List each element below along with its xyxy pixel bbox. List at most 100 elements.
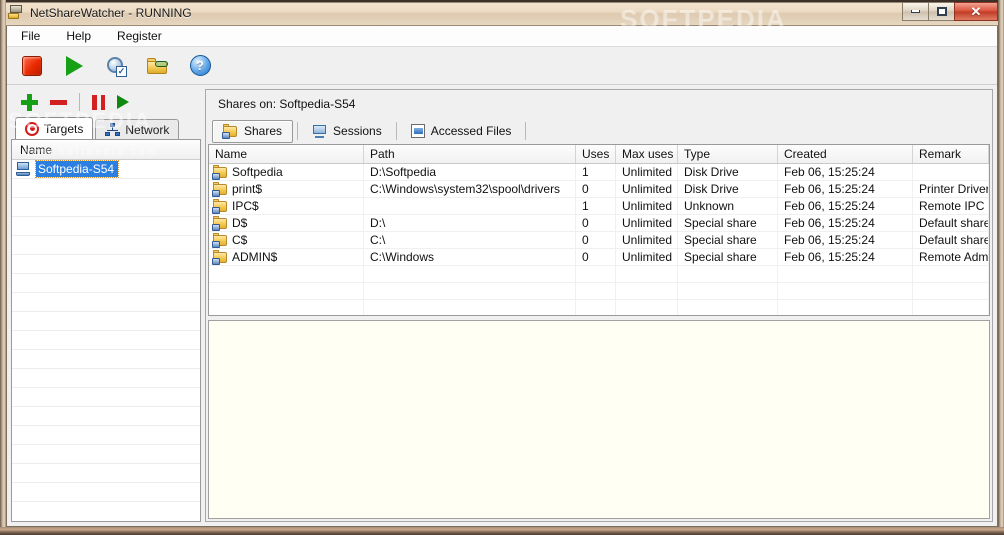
toolbar-separator [79,93,80,111]
cell-uses: 0 [576,215,616,231]
maximize-button[interactable] [928,2,954,21]
tab-sessions[interactable]: Sessions [302,120,392,143]
folder-monitor-button[interactable] [145,53,171,79]
cell-empty [913,266,989,282]
column-header-name[interactable]: Name [209,145,364,163]
window-frame-left [0,0,6,535]
list-item-empty [12,331,200,350]
maximize-icon [936,7,947,16]
add-target-button[interactable] [21,93,38,111]
pause-target-button[interactable] [92,94,105,110]
table-row[interactable]: Softpedia D:\Softpedia 1 Unlimited Disk Driv… [209,164,989,181]
monitor-icon [312,124,327,138]
column-header-uses[interactable]: Uses [576,145,616,163]
cell-remark: Default share [913,215,989,231]
cell-uses: 0 [576,232,616,248]
target-toolbar [11,89,201,115]
list-item-empty [12,464,200,483]
tab-accessed-files[interactable]: Accessed Files [401,120,522,143]
cell-uses: 1 [576,198,616,214]
menu-item-help[interactable]: Help [62,27,95,45]
cell-max-uses: Unlimited [616,232,678,248]
shares-grid[interactable]: Name Path Uses Max uses Type Created Rem… [208,144,990,316]
start-button[interactable] [61,53,87,79]
cell-empty [364,300,576,315]
close-button[interactable]: ✕ [954,2,998,21]
list-item-empty [12,445,200,464]
targets-panel: Targets Network Name Softpedia-S54 [11,89,201,522]
cell-path: D:\ [364,215,576,231]
cell-max-uses: Unlimited [616,164,678,180]
cell-path [364,198,576,214]
application-window: NetShareWatcher - RUNNING ✕ File Help Re… [0,0,1004,535]
column-header-created[interactable]: Created [778,145,913,163]
tab-shares[interactable]: Shares [212,119,294,143]
table-row[interactable]: IPC$ 1 Unlimited Unknown Feb 06, 15:25:24 Rem… [209,198,989,215]
stop-button[interactable] [19,53,45,79]
share-name: IPC$ [232,199,259,213]
start-target-button[interactable] [117,95,129,109]
window-title: NetShareWatcher - RUNNING [30,5,192,20]
remove-target-button[interactable] [50,99,67,105]
tab-targets[interactable]: Targets [15,117,94,139]
menu-bar: File Help Register [7,26,997,47]
minimize-button[interactable] [902,2,928,21]
table-row[interactable]: C$ C:\ 0 Unlimited Special share Feb 06, 15:2… [209,232,989,249]
help-icon: ? [189,55,211,76]
list-item[interactable]: Softpedia-S54 [12,160,200,179]
document-icon [410,124,425,138]
table-row-empty [209,300,989,315]
cell-remark [913,164,989,180]
column-header-max-uses[interactable]: Max uses [616,145,678,163]
targets-rows: Softpedia-S54 [12,160,200,521]
folder-glasses-icon [147,57,169,75]
shares-heading: Shares on: Softpedia-S54 [218,97,356,111]
list-item-empty [12,179,200,198]
targets-column-header[interactable]: Name [12,140,200,160]
targets-list[interactable]: Name Softpedia-S54 [11,139,201,522]
menu-item-register[interactable]: Register [113,27,166,45]
tab-accessed-files-label: Accessed Files [430,124,512,138]
log-panel[interactable] [208,320,990,519]
tab-network[interactable]: Network [95,119,180,139]
cell-remark: Remote IPC [913,198,989,214]
cell-uses: 0 [576,249,616,265]
table-row[interactable]: D$ D:\ 0 Unlimited Special share Feb 06, 15:2… [209,215,989,232]
list-item-empty [12,407,200,426]
list-item-empty [12,236,200,255]
list-item-empty [12,483,200,502]
grid-header-row: Name Path Uses Max uses Type Created Rem… [209,145,989,164]
cell-path: C:\Windows\system32\spool\drivers [364,181,576,197]
table-row[interactable]: ADMIN$ C:\Windows 0 Unlimited Special share F… [209,249,989,266]
tab-sessions-label: Sessions [333,124,382,138]
cell-empty [778,300,913,315]
list-item-empty [12,369,200,388]
column-header-type[interactable]: Type [678,145,778,163]
table-row[interactable]: print$ C:\Windows\system32\spool\drivers 0… [209,181,989,198]
grid-rows: Softpedia D:\Softpedia 1 Unlimited Disk Driv… [209,164,989,315]
settings-button[interactable]: ✓ [103,53,129,79]
close-icon: ✕ [970,4,982,19]
main-toolbar: ✓ ? [7,47,997,85]
menu-item-file[interactable]: File [17,27,44,45]
cell-type: Unknown [678,198,778,214]
cell-type: Disk Drive [678,181,778,197]
cell-empty [576,300,616,315]
help-button[interactable]: ? [187,53,213,79]
list-item-empty [12,217,200,236]
column-header-path[interactable]: Path [364,145,576,163]
share-name: Softpedia [232,165,283,179]
window-frame-right [998,0,1004,535]
cell-empty [209,283,364,299]
cell-name: Softpedia [209,164,364,180]
network-icon [105,123,121,136]
list-item-empty [12,274,200,293]
column-header-remark[interactable]: Remark [913,145,989,163]
shares-panel: Shares on: Softpedia-S54 Shares Sessions [205,89,993,522]
shared-folder-icon [212,164,228,180]
share-name: print$ [232,182,263,196]
cell-created: Feb 06, 15:25:24 [778,164,913,180]
cell-type: Disk Drive [678,164,778,180]
tab-targets-label: Targets [44,121,84,136]
cell-empty [678,300,778,315]
